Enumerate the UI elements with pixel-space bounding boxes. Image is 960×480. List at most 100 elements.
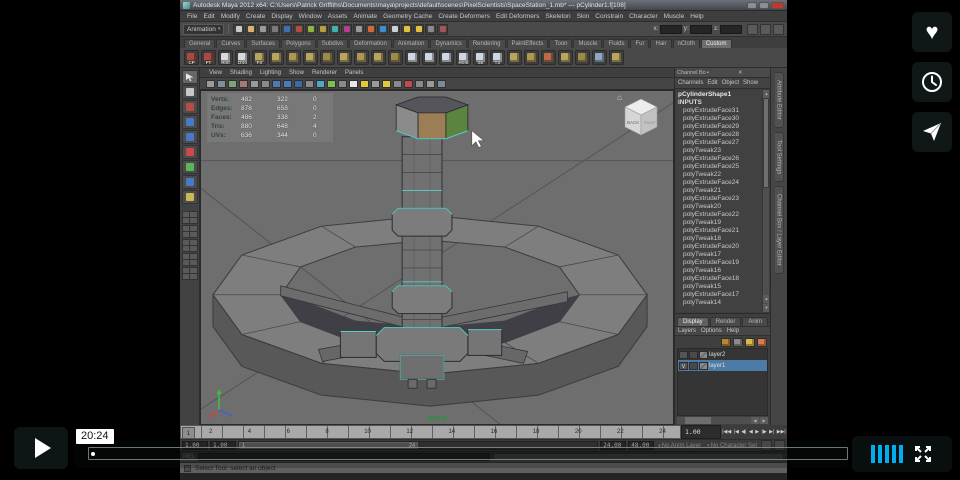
panel-menu-item[interactable]: View <box>206 70 225 76</box>
status-icon[interactable] <box>245 24 256 35</box>
playback-button[interactable]: ▶| <box>769 429 774 435</box>
coordinate-field[interactable] <box>660 25 682 34</box>
shelf-tab[interactable]: Polygons <box>281 39 316 48</box>
layer-action-icon[interactable] <box>721 338 731 347</box>
coordinate-field[interactable] <box>690 25 712 34</box>
layer-row[interactable]: layer2 <box>678 349 767 360</box>
viewport-icon[interactable] <box>338 80 347 88</box>
shelf-icon[interactable] <box>303 50 318 65</box>
menu-item[interactable]: Character <box>626 13 661 20</box>
channel-item[interactable]: polyExtrudeFace27 <box>676 139 769 147</box>
scroll-left-icon[interactable]: ◀ <box>751 417 759 424</box>
playback-button[interactable]: |◀ <box>734 429 739 435</box>
pin-icon[interactable]: ▪ <box>706 70 737 76</box>
channel-item[interactable]: polyExtrudeFace22 <box>676 211 769 219</box>
attribute-toggle-button[interactable] <box>773 24 784 35</box>
channel-item[interactable]: polyExtrudeFace26 <box>676 155 769 163</box>
layout-hypershade-button[interactable] <box>182 253 198 266</box>
viewport-icon[interactable] <box>327 80 336 88</box>
layer-type-toggle[interactable] <box>689 351 698 359</box>
viewport-icon[interactable] <box>305 80 314 88</box>
status-icon[interactable] <box>269 24 280 35</box>
home-icon[interactable]: ⌂ <box>617 93 622 102</box>
status-icon[interactable] <box>257 24 268 35</box>
channel-item[interactable]: polyExtrudeFace18 <box>676 275 769 283</box>
status-icon[interactable] <box>377 24 388 35</box>
channel-item[interactable]: polyExtrudeFace31 <box>676 107 769 115</box>
channel-item[interactable]: polyExtrudeFace29 <box>676 123 769 131</box>
menu-item[interactable]: File <box>184 13 200 20</box>
channel-menu-item[interactable]: Channels <box>678 80 703 86</box>
tool-button[interactable] <box>182 70 198 84</box>
layer-type-toggle[interactable] <box>689 362 698 370</box>
menu-item[interactable]: Muscle <box>661 13 688 20</box>
menu-item[interactable]: Animate <box>350 13 380 20</box>
shelf-tab[interactable]: Animation <box>393 39 430 48</box>
panel-menu-item[interactable]: Shading <box>227 70 255 76</box>
viewport-icon[interactable] <box>371 80 380 88</box>
menu-item[interactable]: Skin <box>574 13 593 20</box>
viewport-icon[interactable] <box>415 80 424 88</box>
channel-item[interactable]: polyExtrudeFace21 <box>676 227 769 235</box>
status-icon[interactable] <box>233 24 244 35</box>
menu-item[interactable]: Constrain <box>592 13 626 20</box>
channel-menu-item[interactable]: Edit <box>707 80 717 86</box>
shelf-icon[interactable] <box>439 50 454 65</box>
vertical-scrollbar[interactable]: ▲ ▲ ▼ <box>762 90 769 312</box>
viewport-3d[interactable]: Verts:482 3220 Edges:878 6580 Faces:486 <box>200 90 674 425</box>
close-icon[interactable]: ✕ <box>737 70 768 76</box>
viewport-icon[interactable] <box>316 80 325 88</box>
scrollbar-thumb[interactable] <box>763 98 769 188</box>
layout-persp-outliner-button[interactable] <box>182 239 198 252</box>
channel-item[interactable]: polyTweak15 <box>676 283 769 291</box>
status-icon[interactable] <box>281 24 292 35</box>
maximize-button[interactable] <box>759 2 769 9</box>
like-button[interactable]: ♥ <box>912 12 952 52</box>
panel-menu-item[interactable]: Lighting <box>257 70 284 76</box>
menu-item[interactable]: Create <box>243 13 269 20</box>
menu-item[interactable]: Geometry Cache <box>380 13 435 20</box>
shelf-tab[interactable]: Dynamics <box>430 39 466 48</box>
shelf-icon[interactable] <box>269 50 284 65</box>
status-icon[interactable] <box>401 24 412 35</box>
shelf-tab[interactable]: Toon <box>549 39 572 48</box>
tool-button[interactable] <box>182 85 198 99</box>
panel-menu-item[interactable]: Show <box>286 70 307 76</box>
status-icon[interactable] <box>305 24 316 35</box>
current-time-field[interactable]: 1.00 <box>681 425 721 439</box>
shelf-icon[interactable] <box>592 50 607 65</box>
tool-button[interactable] <box>182 175 198 189</box>
shelf-icon[interactable] <box>575 50 590 65</box>
status-icon[interactable] <box>317 24 328 35</box>
layer-menu-item[interactable]: Help <box>727 328 739 334</box>
view-cube[interactable]: ⌂ BACK RIGHT <box>619 95 667 141</box>
viewport-icon[interactable] <box>382 80 391 88</box>
channel-menu-item[interactable]: Object <box>722 80 739 86</box>
menu-item[interactable]: Create Deformers <box>435 13 493 20</box>
share-button[interactable] <box>912 112 952 152</box>
playback-button[interactable]: ◀| <box>741 429 746 435</box>
menu-item[interactable]: Assets <box>325 13 351 20</box>
layer-editor-tab[interactable]: Display <box>677 317 709 326</box>
side-tab[interactable]: Tool Settings <box>775 132 784 182</box>
layer-editor-tab[interactable]: Anim <box>742 317 768 326</box>
menu-item[interactable]: Modify <box>218 13 243 20</box>
viewport-icon[interactable] <box>272 80 281 88</box>
current-frame-marker[interactable]: 1 <box>182 427 195 439</box>
scroll-down-icon[interactable]: ▼ <box>763 304 769 312</box>
channel-item[interactable]: polyExtrudeFace20 <box>676 243 769 251</box>
channel-item[interactable]: polyTweak18 <box>676 235 769 243</box>
tool-button[interactable] <box>182 145 198 159</box>
channel-item[interactable]: polyExtrudeFace25 <box>676 163 769 171</box>
shelf-icon[interactable] <box>371 50 386 65</box>
shelf-icon[interactable]: TS <box>490 50 505 65</box>
status-icon[interactable] <box>341 24 352 35</box>
layout-single-button[interactable] <box>182 211 198 224</box>
horizontal-scrollbar[interactable]: ◀ ▶ <box>677 417 768 424</box>
shelf-tab[interactable]: Fur <box>630 39 649 48</box>
progress-bar[interactable] <box>88 447 848 460</box>
viewport-icon[interactable] <box>206 80 215 88</box>
channel-item[interactable]: polyTweak19 <box>676 219 769 227</box>
viewport-icon[interactable] <box>294 80 303 88</box>
tool-button[interactable] <box>182 130 198 144</box>
